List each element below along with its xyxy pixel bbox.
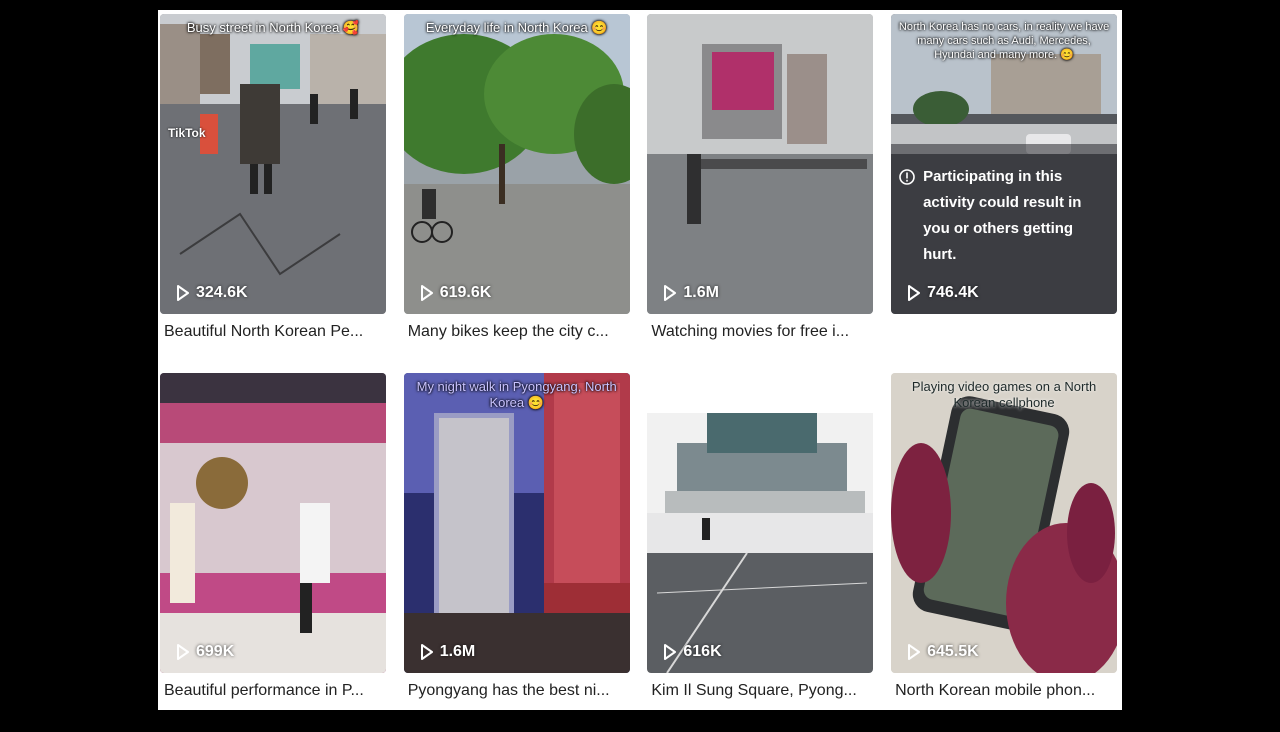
video-thumbnail[interactable]: Everyday life in North Korea 😊 619.6K <box>403 14 630 314</box>
view-count-value: 699K <box>196 643 235 660</box>
thumbnail-image <box>160 373 386 673</box>
overlay-caption: North Korea has no cars, in reality we h… <box>898 21 1110 61</box>
overlay-caption: Everyday life in North Korea 😊 <box>425 20 608 35</box>
video-card[interactable]: North Korea has no cars, in reality we h… <box>891 14 1118 373</box>
play-icon <box>177 285 189 301</box>
video-thumbnail[interactable]: North Korea has no cars, in reality we h… <box>891 14 1118 314</box>
play-icon <box>420 285 433 301</box>
video-caption[interactable]: Pyongyang has the best ni... <box>408 682 626 700</box>
video-thumbnail[interactable]: Busy street in North Korea 🥰 TikTok 324.… <box>160 14 386 314</box>
video-grid: Busy street in North Korea 🥰 TikTok 324.… <box>160 14 1118 732</box>
video-card[interactable]: 616K Kim Il Sung Square, Pyong... <box>647 373 874 732</box>
play-icon <box>908 644 921 660</box>
view-count: 616K <box>663 643 722 661</box>
video-thumbnail[interactable]: 616K <box>647 373 874 673</box>
video-card[interactable]: 699K Beautiful performance in P... <box>160 373 386 732</box>
info-icon <box>899 169 915 185</box>
view-count-value: 1.6M <box>439 643 476 660</box>
thumbnail-image <box>403 14 630 314</box>
play-icon <box>664 644 677 660</box>
content-warning-text: Participating in this activity could res… <box>923 168 1082 263</box>
play-icon <box>664 285 677 301</box>
view-count: 746.4K <box>907 284 979 302</box>
video-caption[interactable]: Kim Il Sung Square, Pyong... <box>651 682 869 700</box>
view-count: 324.6K <box>176 284 248 302</box>
video-caption[interactable]: Many bikes keep the city c... <box>408 323 626 341</box>
video-thumbnail[interactable]: Playing video games on a North Korean ce… <box>891 373 1118 673</box>
video-thumbnail[interactable]: 1.6M <box>647 14 874 314</box>
view-count-value: 619.6K <box>439 284 492 301</box>
video-card[interactable]: My night walk in Pyongyang, North Korea … <box>403 373 630 732</box>
play-icon <box>177 644 189 660</box>
view-count: 1.6M <box>420 643 476 661</box>
thumbnail-image <box>647 373 874 673</box>
view-count-value: 746.4K <box>927 284 979 301</box>
video-caption[interactable]: North Korean mobile phon... <box>895 682 1113 700</box>
video-caption[interactable]: Beautiful North Korean Pe... <box>164 323 382 341</box>
video-caption[interactable]: Beautiful performance in P... <box>164 682 382 700</box>
video-card[interactable]: 1.6M Watching movies for free i... <box>647 14 874 373</box>
view-count: 645.5K <box>907 643 979 661</box>
thumbnail-image <box>403 373 630 673</box>
overlay-caption: Playing video games on a North Korean ce… <box>911 379 1097 410</box>
overlay-caption: My night walk in Pyongyang, North Korea … <box>416 379 617 410</box>
view-count-value: 645.5K <box>927 643 979 660</box>
thumbnail-image <box>891 373 1118 673</box>
view-count-value: 324.6K <box>196 284 248 301</box>
view-count-value: 616K <box>683 643 722 660</box>
tiktok-watermark: TikTok <box>168 126 206 140</box>
view-count-value: 1.6M <box>683 284 719 301</box>
video-thumbnail[interactable]: 699K <box>160 373 386 673</box>
video-card[interactable]: Everyday life in North Korea 😊 619.6K Ma… <box>403 14 630 373</box>
video-card[interactable]: Busy street in North Korea 🥰 TikTok 324.… <box>160 14 386 373</box>
view-count: 699K <box>176 643 234 661</box>
play-icon <box>420 644 433 660</box>
video-caption[interactable]: Watching movies for free i... <box>651 323 869 341</box>
video-grid-panel: Busy street in North Korea 🥰 TikTok 324.… <box>158 10 1122 710</box>
play-icon <box>908 285 921 301</box>
thumbnail-image <box>647 14 874 314</box>
thumbnail-image <box>160 14 386 314</box>
video-card[interactable]: Playing video games on a North Korean ce… <box>891 373 1118 732</box>
view-count: 1.6M <box>663 284 719 302</box>
video-thumbnail[interactable]: My night walk in Pyongyang, North Korea … <box>403 373 630 673</box>
overlay-caption: Busy street in North Korea 🥰 <box>186 20 360 35</box>
view-count: 619.6K <box>420 284 492 302</box>
